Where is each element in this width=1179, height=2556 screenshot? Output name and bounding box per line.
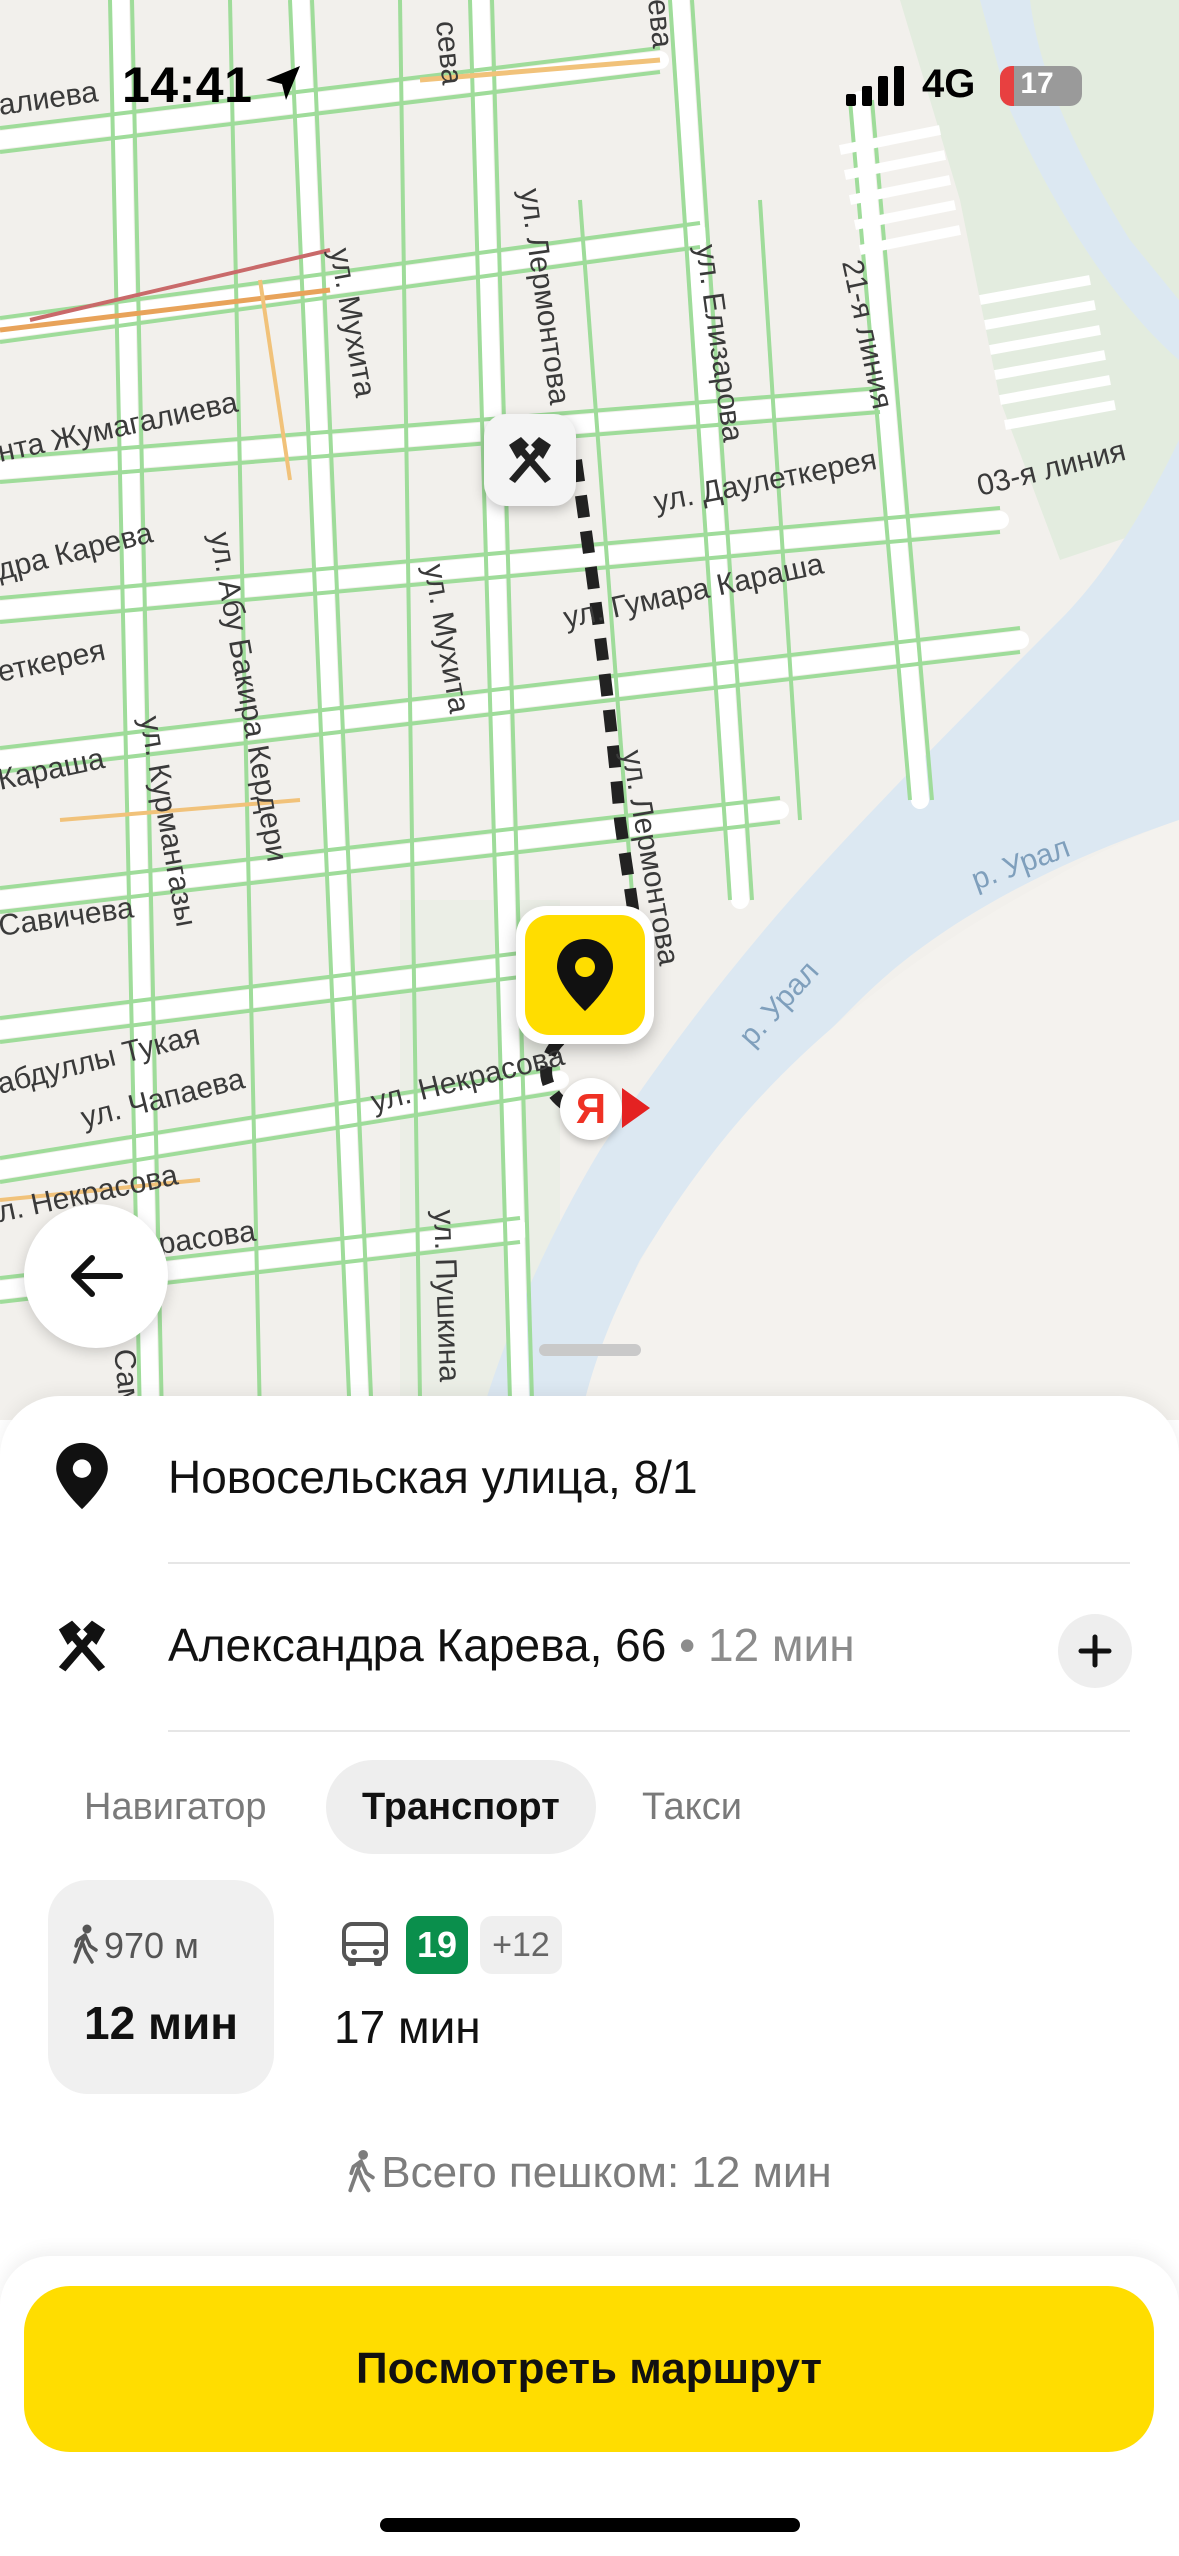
walk-option-card[interactable] [48,1880,274,2094]
walk-distance: 970 м [72,1924,199,1967]
divider [168,1730,1130,1732]
battery-icon: 17 [1000,66,1082,106]
tools-icon [44,1608,120,1684]
pin-icon [44,1438,120,1514]
origin-marker[interactable] [484,414,576,506]
destination-text: Александра Карева, 66 • 12 мин [168,1618,855,1672]
destination-address: Александра Карева, 66 [168,1619,667,1671]
destination-eta: • 12 мин [666,1619,855,1671]
battery-percent: 17 [1020,67,1054,100]
total-walk-text: Всего пешком: 12 мин [381,2148,832,2197]
location-arrow-icon [266,66,300,100]
pin-icon [557,939,613,1011]
battery-nub [1076,78,1082,94]
transit-option-card[interactable] [320,1880,620,2094]
street-label: алиева [0,75,100,122]
view-route-button[interactable]: Посмотреть маршрут [24,2286,1154,2452]
signal-icon [846,66,904,106]
map-canvas: алиева сева ева ул. Лермонтова ул. Елиза… [0,0,1179,1420]
tools-icon [509,437,551,483]
walk-icon [348,2150,376,2193]
destination-row[interactable]: Александра Карева, 66 • 12 мин [0,1564,1179,1730]
total-walk-info: Всего пешком: 12 мин [0,2148,1179,2198]
back-arrow-icon [71,1255,123,1297]
walk-distance-value: 970 м [104,1925,199,1966]
origin-address: Новосельская улица, 8/1 [168,1451,698,1503]
street-label: еткерея [0,634,108,689]
destination-marker-pin [525,915,645,1035]
tab-transport[interactable]: Транспорт [326,1760,596,1854]
street-label: ева [641,0,679,50]
direction-arrow-icon [622,1088,650,1128]
street-label: ул. Мухита [417,561,476,715]
map-view[interactable]: алиева сева ева ул. Лермонтова ул. Елиза… [0,0,1179,1420]
street-label: сева [429,19,469,86]
route-number-badge: 19 [406,1916,468,1974]
walk-icon [73,1924,98,1964]
tab-taxi[interactable]: Такси [606,1760,778,1854]
tab-navigator[interactable]: Навигатор [48,1760,303,1854]
transit-time: 17 мин [334,2001,481,2053]
add-waypoint-button[interactable] [1058,1614,1132,1688]
status-time: 14:41 [122,57,253,113]
walk-time: 12 мин [84,1997,239,2049]
sheet-handle[interactable] [539,1344,641,1356]
street-label: ул. Лермонтова [513,186,576,407]
origin-row[interactable]: Новосельская улица, 8/1 [0,1396,1179,1562]
back-button[interactable] [24,1204,168,1348]
more-routes-badge: +12 [480,1916,562,1974]
yandex-logo-icon: Я [560,1078,622,1140]
bus-icon [342,1922,388,1966]
street-label: ул. Даулеткерея [651,443,879,519]
plus-icon [1078,1634,1112,1668]
network-type: 4G [922,62,976,106]
street-label: ул. Пушкина [427,1209,466,1383]
destination-marker[interactable] [516,906,654,1044]
home-indicator [380,2518,800,2532]
